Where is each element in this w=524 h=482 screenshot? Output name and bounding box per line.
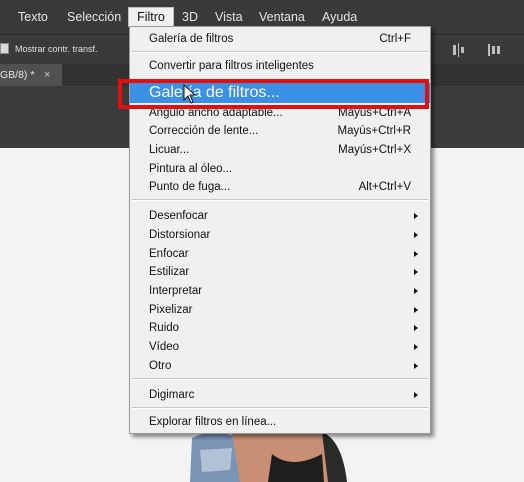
menu-item-video[interactable]: Vídeo <box>130 338 430 356</box>
menu-separator <box>132 51 428 53</box>
menu-item-label: Interpretar <box>149 285 203 297</box>
menu-item-distorsionar[interactable]: Distorsionar <box>130 226 430 244</box>
menu-filtro[interactable]: Filtro <box>128 7 174 27</box>
menu-item-shortcut: Mayús+Ctrl+X <box>338 144 411 156</box>
menu-item-otro[interactable]: Otro <box>130 357 430 375</box>
menu-item-ruido[interactable]: Ruido <box>130 319 430 337</box>
menu-ayuda[interactable]: Ayuda <box>322 9 357 25</box>
menu-separator <box>132 378 428 380</box>
menu-seleccion[interactable]: Selección <box>67 9 121 25</box>
menu-item-label: Ruido <box>149 322 180 334</box>
menu-separator <box>132 407 428 409</box>
menu-item-convertir-filtros-inteligentes[interactable]: Convertir para filtros inteligentes <box>130 57 430 75</box>
submenu-arrow-icon <box>414 325 418 331</box>
menu-item-punto-fuga[interactable]: Punto de fuga... Alt+Ctrl+V <box>130 178 430 196</box>
menu-item-desenfocar[interactable]: Desenfocar <box>130 207 430 225</box>
menu-item-pintura-oleo[interactable]: Pintura al óleo... <box>130 160 430 178</box>
close-icon[interactable]: × <box>44 64 50 86</box>
document-tab[interactable]: GB/8) * × <box>0 64 62 86</box>
highlight-annotation-box <box>118 79 429 109</box>
show-transform-checkbox[interactable] <box>0 43 9 54</box>
menu-item-label: Digimarc <box>149 389 195 401</box>
menu-item-shortcut: Mayús+Ctrl+R <box>337 125 412 137</box>
photo-fragment <box>190 430 347 482</box>
menu-item-label: Licuar... <box>149 144 190 156</box>
submenu-arrow-icon <box>414 344 418 350</box>
menu-item-label: Galería de filtros <box>149 33 234 45</box>
menu-separator <box>132 199 428 201</box>
menu-item-label: Desenfocar <box>149 210 208 222</box>
distribute-icon[interactable] <box>486 41 504 59</box>
menu-item-label: Distorsionar <box>149 229 211 241</box>
menu-item-galeria-filtros-last[interactable]: Galería de filtros Ctrl+F <box>130 30 430 48</box>
mouse-pointer-icon <box>183 84 197 104</box>
menu-item-label: Punto de fuga... <box>149 181 231 193</box>
submenu-arrow-icon <box>414 307 418 313</box>
menu-item-correccion-lente[interactable]: Corrección de lente... Mayús+Ctrl+R <box>130 122 430 140</box>
menu-item-pixelizar[interactable]: Pixelizar <box>130 301 430 319</box>
menu-item-label: Enfocar <box>149 248 189 260</box>
submenu-arrow-icon <box>414 213 418 219</box>
menu-item-digimarc[interactable]: Digimarc <box>130 386 430 404</box>
menu-item-label: Otro <box>149 360 172 372</box>
menu-item-shortcut: Ctrl+F <box>379 33 411 45</box>
menu-item-label: Vídeo <box>149 341 180 353</box>
document-tab-label: GB/8) * <box>0 69 35 81</box>
submenu-arrow-icon <box>414 232 418 238</box>
menu-ventana[interactable]: Ventana <box>259 9 305 25</box>
menu-3d[interactable]: 3D <box>182 9 198 25</box>
menu-item-explorar-filtros[interactable]: Explorar filtros en línea... <box>130 413 430 431</box>
menu-item-shortcut: Alt+Ctrl+V <box>358 181 411 193</box>
menu-item-interpretar[interactable]: Interpretar <box>130 282 430 300</box>
menu-texto[interactable]: Texto <box>18 9 48 25</box>
menu-item-label: Estilizar <box>149 266 190 278</box>
menu-item-label: Explorar filtros en línea... <box>149 416 277 428</box>
submenu-arrow-icon <box>414 363 418 369</box>
submenu-arrow-icon <box>414 392 418 398</box>
submenu-arrow-icon <box>414 288 418 294</box>
menu-item-estilizar[interactable]: Estilizar <box>130 263 430 281</box>
align-center-icon[interactable] <box>450 41 468 59</box>
menu-item-label: Pixelizar <box>149 304 193 316</box>
menu-item-label: Pintura al óleo... <box>149 163 233 175</box>
show-transform-label: Mostrar contr. transf. <box>15 44 98 54</box>
submenu-arrow-icon <box>414 251 418 257</box>
menu-item-enfocar[interactable]: Enfocar <box>130 245 430 263</box>
menu-item-label: Convertir para filtros inteligentes <box>149 60 314 72</box>
submenu-arrow-icon <box>414 269 418 275</box>
menu-item-licuar[interactable]: Licuar... Mayús+Ctrl+X <box>130 141 430 159</box>
menu-vista[interactable]: Vista <box>215 9 243 25</box>
menu-item-label: Corrección de lente... <box>149 125 259 137</box>
